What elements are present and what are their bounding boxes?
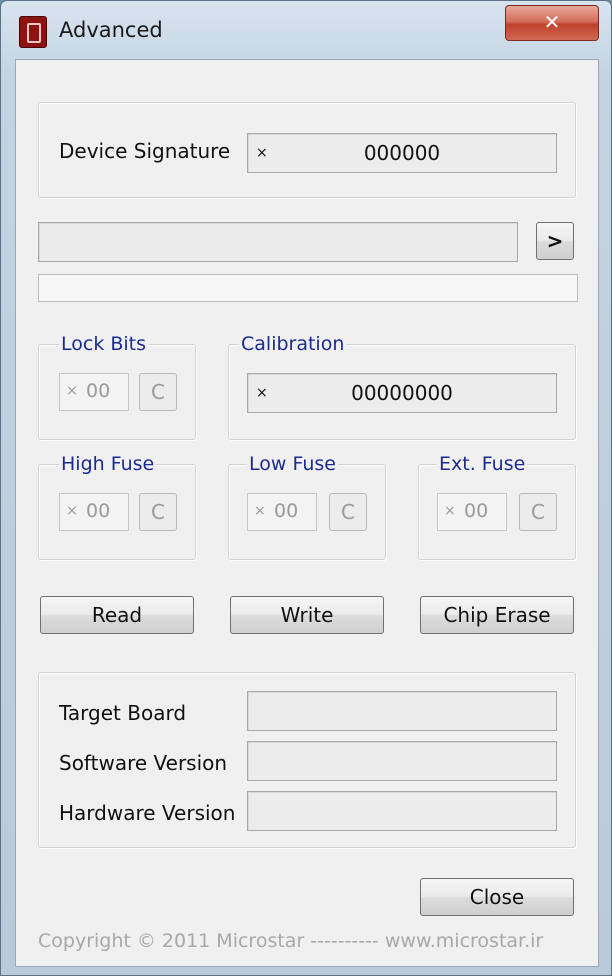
high-fuse-field[interactable]: × 00	[59, 493, 129, 531]
software-version-label: Software Version	[59, 751, 228, 775]
write-button[interactable]: Write	[230, 596, 384, 634]
low-fuse-value: 00	[274, 500, 299, 522]
device-signature-value: 000000	[363, 141, 441, 165]
lock-bits-field[interactable]: × 00	[59, 373, 129, 411]
chip-erase-button[interactable]: Chip Erase	[420, 596, 574, 634]
device-signature-field: × 000000	[247, 133, 557, 173]
device-signature-group: Device Signature × 000000	[38, 102, 576, 198]
device-info-group: Target Board Software Version Hardware V…	[38, 672, 576, 848]
hardware-version-label: Hardware Version	[59, 801, 236, 825]
hex-prefix-icon: ×	[444, 503, 456, 519]
hex-prefix-icon: ×	[254, 503, 266, 519]
calibration-value: 00000000	[351, 381, 453, 405]
lock-bits-value: 00	[86, 380, 111, 402]
high-fuse-clear-button[interactable]: C	[139, 493, 177, 531]
target-board-label: Target Board	[59, 701, 187, 725]
next-button[interactable]: >	[536, 222, 574, 260]
calibration-group: Calibration × 00000000	[228, 333, 576, 440]
window-close-button[interactable]: ✕	[505, 5, 599, 41]
ext-fuse-clear-button[interactable]: C	[519, 493, 557, 531]
window-title: Advanced	[59, 18, 163, 42]
read-button[interactable]: Read	[40, 596, 194, 634]
low-fuse-title: Low Fuse	[247, 453, 338, 475]
high-fuse-title: High Fuse	[59, 453, 157, 475]
lock-bits-title: Lock Bits	[59, 333, 149, 355]
ext-fuse-value: 00	[464, 500, 489, 522]
low-fuse-clear-button[interactable]: C	[329, 493, 367, 531]
ext-fuse-field[interactable]: × 00	[437, 493, 507, 531]
ext-fuse-title: Ext. Fuse	[437, 453, 528, 475]
dialog-client-area: Device Signature × 000000 > Lock Bits × …	[15, 59, 599, 967]
lock-bits-group: Lock Bits × 00 C	[38, 333, 196, 440]
calibration-title: Calibration	[239, 333, 347, 355]
software-version-field	[247, 741, 557, 781]
target-board-field	[247, 691, 557, 731]
high-fuse-group: High Fuse × 00 C	[38, 453, 196, 560]
high-fuse-value: 00	[86, 500, 111, 522]
lock-bits-clear-button[interactable]: C	[139, 373, 177, 411]
title-bar[interactable]: Advanced ✕	[1, 1, 611, 59]
chip-icon	[19, 16, 47, 48]
file-path-field[interactable]	[38, 222, 518, 262]
hex-prefix-icon: ×	[66, 503, 78, 519]
copyright-footer: Copyright © 2011 Microstar ---------- ww…	[38, 930, 544, 952]
hex-prefix-icon: ×	[66, 383, 78, 399]
window-frame: Advanced ✕ Device Signature × 000000 > L…	[0, 0, 612, 976]
hardware-version-field	[247, 791, 557, 831]
device-signature-label: Device Signature	[59, 139, 231, 163]
low-fuse-group: Low Fuse × 00 C	[228, 453, 386, 560]
close-button[interactable]: Close	[420, 878, 574, 916]
low-fuse-field[interactable]: × 00	[247, 493, 317, 531]
calibration-field: × 00000000	[247, 373, 557, 413]
progress-bar	[38, 274, 578, 302]
ext-fuse-group: Ext. Fuse × 00 C	[418, 453, 576, 560]
